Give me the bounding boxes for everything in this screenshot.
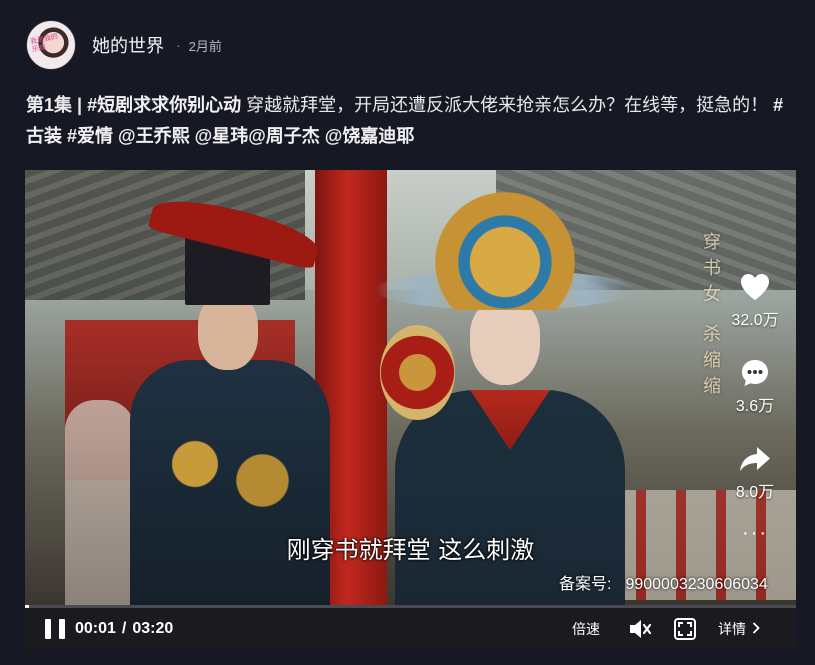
mention-xingwei[interactable]: @星玮 xyxy=(195,126,249,146)
episode-separator: | xyxy=(77,95,83,115)
watermark-char: 书 xyxy=(703,258,721,279)
mute-icon[interactable] xyxy=(628,618,652,640)
watermark-char: 缩 xyxy=(703,350,721,371)
mention-rao-jiadi[interactable]: @饶嘉迪耶 xyxy=(325,126,415,146)
hashtag-series[interactable]: #短剧求求你别心动 xyxy=(87,95,241,115)
pause-icon[interactable] xyxy=(45,619,65,639)
record-number: 9900003230606034 xyxy=(625,576,768,593)
watermark-gap xyxy=(697,308,727,322)
post-header: 我是我的乐趣 她的世界 · 2月前 xyxy=(26,20,222,70)
detail-label: 详情 xyxy=(718,621,746,637)
fullscreen-icon[interactable] xyxy=(674,618,696,640)
heart-icon[interactable] xyxy=(725,270,785,304)
video-player[interactable]: 穿 书 女 杀 缩 缩 刚穿书就拜堂 这么刺激 备案号: 990000323060… xyxy=(25,170,796,650)
more-button[interactable]: ··· xyxy=(725,523,785,543)
video-subtitle: 刚穿书就拜堂 这么刺激 xyxy=(286,536,535,564)
detail-button[interactable]: 详情 xyxy=(718,619,760,639)
author-name[interactable]: 她的世界 xyxy=(92,32,164,58)
mention-zhou-zijie[interactable]: @周子杰 xyxy=(248,126,320,146)
separator-dot: · xyxy=(176,37,181,53)
action-bar: 32.0万 3.6万 8.0万 ··· xyxy=(725,270,785,543)
record-label: 备案号: xyxy=(559,576,612,593)
avatar[interactable]: 我是我的乐趣 xyxy=(26,20,76,70)
mention-wang-qiaoxi[interactable]: @王乔熙 xyxy=(118,126,190,146)
record-number-row: 备案号: 9900003230606034 xyxy=(559,570,768,594)
duration: 03:20 xyxy=(132,620,174,637)
comment-icon[interactable] xyxy=(725,356,785,390)
post-time: 2月前 xyxy=(188,38,222,54)
watermark-char: 女 xyxy=(703,284,721,305)
comment-count: 3.6万 xyxy=(735,398,775,415)
watermark-char: 杀 xyxy=(703,324,721,345)
description-text: 穿越就拜堂，开局还遭反派大佬来抢亲怎么办？在线等，挺急的！ xyxy=(241,95,769,115)
hashtag-romance[interactable]: #爱情 xyxy=(67,126,113,146)
episode-label: 第1集 xyxy=(26,95,73,115)
avatar-badge-text: 我是我的乐趣 xyxy=(29,32,59,54)
share-count: 8.0万 xyxy=(735,484,775,501)
like-count: 32.0万 xyxy=(731,312,779,329)
share-button[interactable]: 8.0万 xyxy=(725,442,785,502)
control-bar: 00:01 / 03:20 倍速 详情 xyxy=(25,608,796,650)
post-description: 第1集 | #短剧求求你别心动 穿越就拜堂，开局还遭反派大佬来抢亲怎么办？在线等… xyxy=(26,90,796,152)
share-icon[interactable] xyxy=(725,442,785,476)
watermark-char: 穿 xyxy=(703,232,721,253)
like-button[interactable]: 32.0万 xyxy=(725,270,785,330)
chevron-right-icon xyxy=(752,621,760,637)
current-time: 00:01 xyxy=(75,620,116,637)
comment-button[interactable]: 3.6万 xyxy=(725,356,785,416)
speed-button[interactable]: 倍速 xyxy=(572,619,600,639)
series-watermark: 穿 书 女 杀 缩 缩 xyxy=(697,230,727,400)
watermark-char: 缩 xyxy=(703,376,721,397)
video-frame[interactable]: 穿 书 女 杀 缩 缩 刚穿书就拜堂 这么刺激 备案号: 990000323060… xyxy=(25,170,796,605)
scene-round-fan xyxy=(380,325,455,420)
time-separator: / xyxy=(121,620,127,637)
time-display: 00:01 / 03:20 xyxy=(75,620,173,638)
